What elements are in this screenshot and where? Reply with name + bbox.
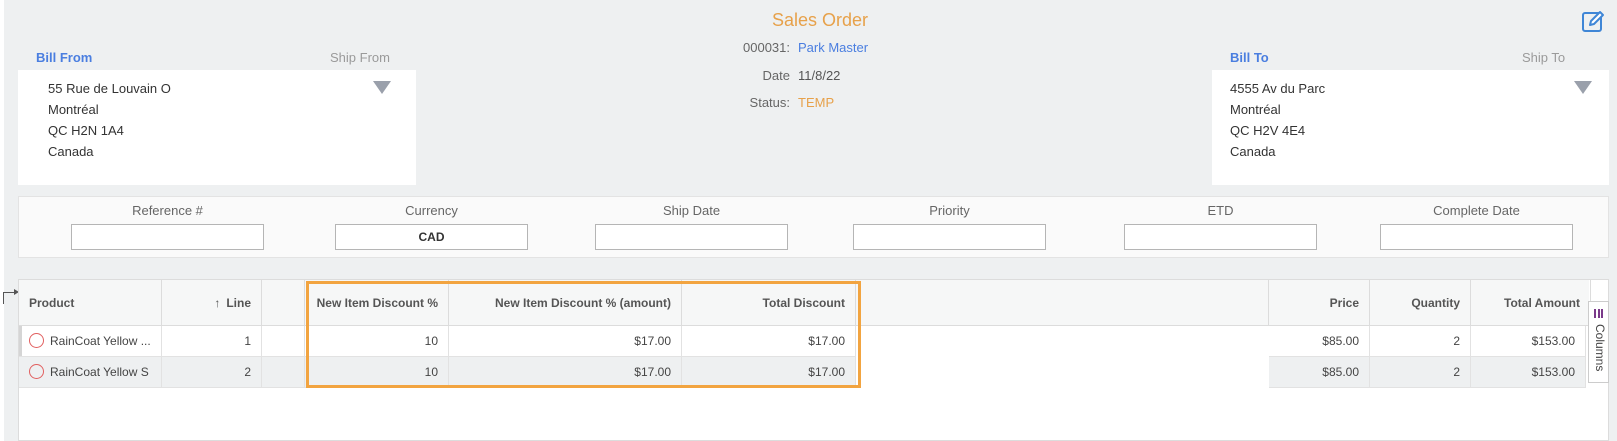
- column-header-discount-pct[interactable]: New Item Discount %: [305, 280, 449, 326]
- table-row[interactable]: RainCoat Yellow S 2 10 $17.00 $17.00 $85…: [19, 357, 1589, 388]
- ship-date-field: Ship Date: [595, 197, 788, 250]
- priority-input[interactable]: [853, 224, 1046, 250]
- column-header-empty: [856, 280, 1269, 326]
- column-header-total-amount[interactable]: Total Amount: [1471, 280, 1591, 326]
- line-cell[interactable]: 1: [162, 326, 262, 357]
- reference-field: Reference #: [71, 197, 264, 250]
- columns-tab-label: Columns: [1593, 324, 1607, 372]
- bill-to-label[interactable]: Bill To: [1230, 50, 1269, 65]
- complete-date-field: Complete Date: [1380, 197, 1573, 250]
- etd-input[interactable]: [1124, 224, 1317, 250]
- ship-date-input[interactable]: [595, 224, 788, 250]
- line-cell[interactable]: 2: [162, 357, 262, 388]
- price-cell[interactable]: $85.00: [1269, 357, 1370, 388]
- order-number-label: 000031:: [743, 40, 790, 55]
- dropdown-triangle-icon[interactable]: [373, 81, 391, 94]
- currency-input[interactable]: CAD: [335, 224, 528, 250]
- quantity-cell[interactable]: 2: [1370, 357, 1471, 388]
- address-line: QC H2V 4E4: [1230, 123, 1306, 138]
- priority-field: Priority: [853, 197, 1046, 250]
- reference-label: Reference #: [132, 203, 203, 218]
- priority-label: Priority: [929, 203, 970, 218]
- order-lines-grid: Product ↑ Line New Item Discount % New It…: [18, 279, 1609, 441]
- bill-to-address: 4555 Av du Parc Montréal QC H2V 4E4 Cana…: [1212, 70, 1609, 185]
- ship-date-label: Ship Date: [662, 203, 721, 218]
- column-header-line[interactable]: ↑ Line: [162, 280, 262, 326]
- bill-from-address: 55 Rue de Louvain O Montréal QC H2N 1A4 …: [18, 70, 416, 185]
- column-header-line-label: Line: [226, 296, 251, 310]
- left-strip: [0, 0, 4, 441]
- price-cell[interactable]: $85.00: [1269, 326, 1370, 357]
- column-header-spacer: [262, 280, 305, 326]
- table-row[interactable]: RainCoat Yellow ... 1 10 $17.00 $17.00 $…: [19, 326, 1589, 357]
- bill-from-label[interactable]: Bill From: [36, 50, 92, 65]
- order-number-row: 000031: Park Master: [690, 40, 868, 55]
- column-header-discount-amount[interactable]: New Item Discount % (amount): [449, 280, 682, 326]
- address-line: Montréal: [48, 102, 99, 117]
- page-title: Sales Order: [771, 10, 869, 30]
- ship-to-label[interactable]: Ship To: [1522, 50, 1565, 65]
- status-label: Status:: [749, 95, 790, 110]
- ship-from-label[interactable]: Ship From: [330, 50, 390, 65]
- status-circle-icon[interactable]: [29, 364, 44, 380]
- spacer-cell: [262, 357, 305, 388]
- product-name: RainCoat Yellow ...: [50, 334, 151, 348]
- column-header-quantity[interactable]: Quantity: [1370, 280, 1471, 326]
- currency-label: Currency: [405, 203, 458, 218]
- customer-link[interactable]: Park Master: [798, 40, 868, 55]
- product-cell[interactable]: RainCoat Yellow ...: [19, 326, 162, 357]
- column-header-total-discount[interactable]: Total Discount: [682, 280, 856, 326]
- spacer-cell: [262, 326, 305, 357]
- date-row: Date 11/8/22: [690, 68, 841, 83]
- etd-field: ETD: [1124, 197, 1317, 250]
- address-line: 4555 Av du Parc: [1230, 81, 1326, 96]
- reference-input[interactable]: [71, 224, 264, 250]
- expand-arrow-icon[interactable]: [3, 289, 19, 304]
- columns-panel-tab[interactable]: Columns: [1588, 301, 1609, 383]
- status-badge: TEMP: [798, 95, 835, 110]
- discount-pct-cell[interactable]: 10: [305, 326, 449, 357]
- dropdown-triangle-icon[interactable]: [1574, 81, 1592, 94]
- edit-icon[interactable]: [1581, 10, 1605, 34]
- total-amount-cell[interactable]: $153.00: [1471, 326, 1586, 357]
- column-header-product[interactable]: Product: [19, 280, 162, 326]
- date-value: 11/8/22: [798, 68, 841, 83]
- discount-pct-cell[interactable]: 10: [305, 357, 449, 388]
- total-discount-cell[interactable]: $17.00: [682, 357, 856, 388]
- total-discount-cell[interactable]: $17.00: [682, 326, 856, 357]
- discount-amount-cell[interactable]: $17.00: [449, 357, 682, 388]
- product-cell[interactable]: RainCoat Yellow S: [19, 357, 162, 388]
- product-name: RainCoat Yellow S: [50, 365, 149, 379]
- order-fields-panel: Reference # Currency CAD Ship Date Prior…: [18, 196, 1609, 258]
- columns-icon: [1594, 309, 1603, 318]
- status-row: Status: TEMP: [690, 95, 835, 110]
- complete-date-label: Complete Date: [1433, 203, 1520, 218]
- total-amount-cell[interactable]: $153.00: [1471, 357, 1586, 388]
- address-line: QC H2N 1A4: [48, 123, 124, 138]
- currency-field: Currency CAD: [335, 197, 528, 250]
- address-line: Montréal: [1230, 102, 1281, 117]
- grid-header: Product ↑ Line New Item Discount % New It…: [19, 280, 1591, 326]
- etd-label: ETD: [1207, 203, 1234, 218]
- column-header-price[interactable]: Price: [1269, 280, 1370, 326]
- complete-date-input[interactable]: [1380, 224, 1573, 250]
- quantity-cell[interactable]: 2: [1370, 326, 1471, 357]
- address-line: 55 Rue de Louvain O: [48, 81, 171, 96]
- address-line: Canada: [48, 144, 94, 159]
- date-label: Date: [762, 68, 790, 83]
- address-line: Canada: [1230, 144, 1276, 159]
- discount-amount-cell[interactable]: $17.00: [449, 326, 682, 357]
- status-circle-icon[interactable]: [29, 333, 44, 349]
- sort-up-icon: ↑: [214, 296, 221, 310]
